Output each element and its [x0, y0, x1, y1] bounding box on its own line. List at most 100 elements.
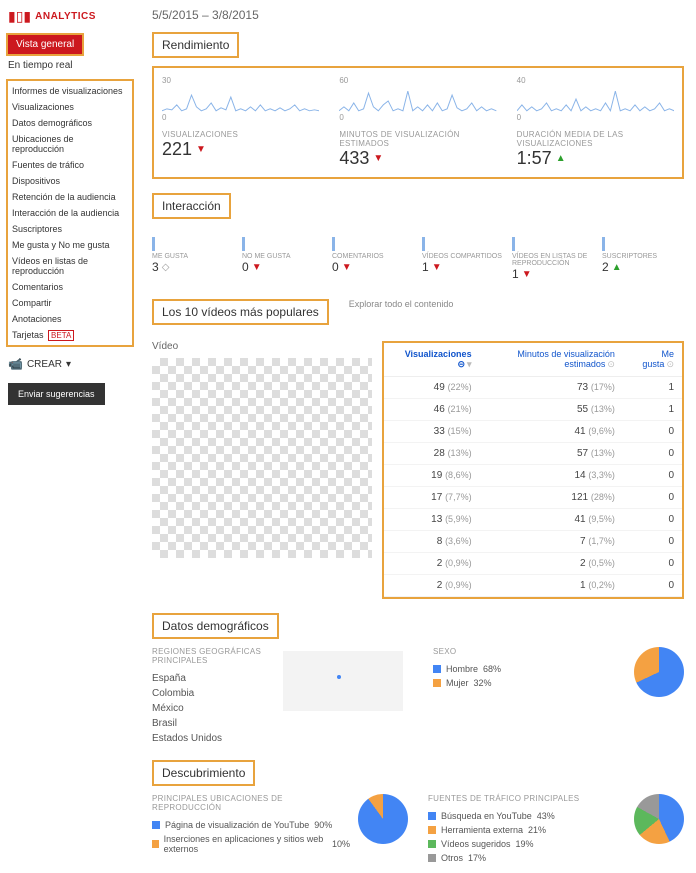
- logo-text: ANALYTICS: [35, 11, 96, 22]
- perf-metric[interactable]: MINUTOS DE VISUALIZACIÓN ESTIMADOS433 ▼: [339, 130, 496, 169]
- bar-icon: [242, 237, 245, 251]
- legend-item: Página de visualización de YouTube 90%: [152, 818, 350, 832]
- metric-value: 2 ▲: [602, 260, 684, 274]
- playback-subtitle: PRINCIPALES UBICACIONES DE REPRODUCCIÓN: [152, 794, 350, 812]
- metric-label: COMENTARIOS: [332, 253, 414, 260]
- table-row[interactable]: 8 (3,6%)7 (1,7%)0: [384, 531, 682, 553]
- metric-value: 0 ▼: [242, 260, 324, 274]
- nav-suscriptores[interactable]: Suscriptores: [8, 221, 132, 237]
- nav-tarjetas-label: Tarjetas: [12, 330, 44, 340]
- bar-icon: [512, 237, 515, 251]
- metric-label: VÍDEOS COMPARTIDOS: [422, 253, 504, 260]
- help-icon[interactable]: ⊙: [607, 359, 615, 369]
- th-views[interactable]: Visualizaciones ⊝▾: [384, 343, 480, 377]
- table-row[interactable]: 19 (8,6%)14 (3,3%)0: [384, 465, 682, 487]
- nav-fuentes[interactable]: Fuentes de tráfico: [8, 157, 132, 173]
- arrow-down-icon: ▼: [196, 144, 206, 155]
- nav-retencion[interactable]: Retención de la audiencia: [8, 189, 132, 205]
- metric-value: 1 ▼: [512, 267, 594, 281]
- interaction-metric[interactable]: VÍDEOS EN LISTAS DE REPRODUCCIÓN1 ▼: [512, 231, 594, 281]
- traffic-subtitle: FUENTES DE TRÁFICO PRINCIPALES: [428, 794, 626, 803]
- region-item[interactable]: Brasil: [152, 716, 273, 731]
- camera-icon: 📹: [8, 357, 23, 371]
- legend-color-icon: [152, 840, 159, 848]
- region-item[interactable]: México: [152, 701, 273, 716]
- legend-color-icon: [428, 812, 436, 820]
- interaction-metric[interactable]: VÍDEOS COMPARTIDOS1 ▼: [422, 231, 504, 281]
- nav-reports-header[interactable]: Informes de visualizaciones: [8, 83, 132, 99]
- playback-pie-chart: [358, 794, 408, 844]
- legend-item: Herramienta externa 21%: [428, 823, 626, 837]
- traffic-pie-chart: [634, 794, 684, 844]
- video-column-label: Vídeo: [152, 341, 372, 352]
- arrow-up-icon: ▲: [612, 262, 622, 273]
- bar-icon: [602, 237, 605, 251]
- crear-label: CREAR: [27, 359, 62, 370]
- chevron-down-icon: ▾: [66, 359, 71, 370]
- send-feedback-button[interactable]: Enviar sugerencias: [8, 383, 105, 405]
- logo: ▮▯▮ ANALYTICS: [0, 8, 140, 33]
- top-videos-table-wrap: Visualizaciones ⊝▾ Minutos de visualizac…: [382, 341, 684, 599]
- nav-interaccion-header[interactable]: Interacción de la audiencia: [8, 205, 132, 221]
- sort-icon: ⊝: [458, 359, 466, 369]
- interaction-metric[interactable]: COMENTARIOS0 ▼: [332, 231, 414, 281]
- nav-ubicaciones[interactable]: Ubicaciones de reproducción: [8, 131, 132, 157]
- nav-listas[interactable]: Vídeos en listas de reproducción: [8, 253, 132, 279]
- legend-item: Hombre 68%: [433, 662, 624, 676]
- beta-badge: BETA: [48, 330, 74, 341]
- legend-color-icon: [433, 679, 441, 687]
- table-row[interactable]: 46 (21%)55 (13%)1: [384, 399, 682, 421]
- metric-value: 0 ▼: [332, 260, 414, 274]
- table-row[interactable]: 13 (5,9%)41 (9,5%)0: [384, 509, 682, 531]
- nav-realtime[interactable]: En tiempo real: [0, 56, 140, 75]
- nav-anotaciones[interactable]: Anotaciones: [8, 311, 132, 327]
- table-row[interactable]: 2 (0,9%)2 (0,5%)0: [384, 553, 682, 575]
- perf-metric[interactable]: VISUALIZACIONES221 ▼: [162, 130, 319, 169]
- nav-tarjetas[interactable]: Tarjetas BETA: [8, 327, 132, 343]
- table-row[interactable]: 49 (22%)73 (17%)1: [384, 377, 682, 399]
- legend-color-icon: [428, 840, 436, 848]
- region-item[interactable]: Colombia: [152, 686, 273, 701]
- region-item[interactable]: Estados Unidos: [152, 731, 273, 746]
- table-row[interactable]: 28 (13%)57 (13%)0: [384, 443, 682, 465]
- nav-vista-general[interactable]: Vista general: [8, 35, 82, 54]
- arrow-down-icon: ▼: [252, 262, 262, 273]
- performance-box: 30 0 60 0 40 0 VISUALIZACIONES221 ▼MINUT…: [152, 66, 684, 179]
- legend-item: Otros 17%: [428, 851, 626, 865]
- crear-button[interactable]: 📹 CREAR ▾: [0, 351, 140, 377]
- legend-color-icon: [152, 821, 160, 829]
- metric-value: 1 ▼: [422, 260, 504, 274]
- interaction-metric[interactable]: SUSCRIPTORES2 ▲: [602, 231, 684, 281]
- nav-dispositivos[interactable]: Dispositivos: [8, 173, 132, 189]
- metric-value: 3 ◇: [152, 260, 234, 274]
- interaction-metric[interactable]: NO ME GUSTA0 ▼: [242, 231, 324, 281]
- nav-visualizaciones[interactable]: Visualizaciones: [8, 99, 132, 115]
- metric-value: 433 ▼: [339, 148, 496, 169]
- metric-label: NO ME GUSTA: [242, 253, 324, 260]
- th-likes[interactable]: Me gusta⊙: [623, 343, 682, 377]
- th-minutes[interactable]: Minutos de visualización estimados⊙: [480, 343, 623, 377]
- nav-compartir[interactable]: Compartir: [8, 295, 132, 311]
- nav-demograficos[interactable]: Datos demográficos: [8, 115, 132, 131]
- metric-label: VISUALIZACIONES: [162, 130, 319, 139]
- table-row[interactable]: 17 (7,7%)121 (28%)0: [384, 487, 682, 509]
- video-thumbnail-placeholder: [152, 358, 372, 558]
- help-icon[interactable]: ▾: [467, 359, 472, 369]
- metric-label: DURACIÓN MEDIA DE LAS VISUALIZACIONES: [517, 130, 674, 148]
- nav-megusta[interactable]: Me gusta y No me gusta: [8, 237, 132, 253]
- interaction-metric[interactable]: ME GUSTA3 ◇: [152, 231, 234, 281]
- table-row[interactable]: 2 (0,9%)1 (0,2%)0: [384, 575, 682, 597]
- arrow-down-icon: ▼: [432, 262, 442, 273]
- gender-pie-chart: [634, 647, 684, 697]
- nav-comentarios[interactable]: Comentarios: [8, 279, 132, 295]
- views-sparkline: 30 0: [162, 76, 319, 122]
- top-videos-title: Los 10 vídeos más populares: [152, 299, 329, 325]
- metric-label: VÍDEOS EN LISTAS DE REPRODUCCIÓN: [512, 253, 594, 267]
- date-range[interactable]: 5/5/2015 – 3/8/2015: [152, 8, 684, 22]
- table-row[interactable]: 33 (15%)41 (9,6%)0: [384, 421, 682, 443]
- duration-sparkline: 40 0: [517, 76, 674, 122]
- region-item[interactable]: España: [152, 671, 273, 686]
- explore-link[interactable]: Explorar todo el contenido: [349, 299, 454, 309]
- perf-metric[interactable]: DURACIÓN MEDIA DE LAS VISUALIZACIONES1:5…: [517, 130, 674, 169]
- help-icon[interactable]: ⊙: [666, 359, 674, 369]
